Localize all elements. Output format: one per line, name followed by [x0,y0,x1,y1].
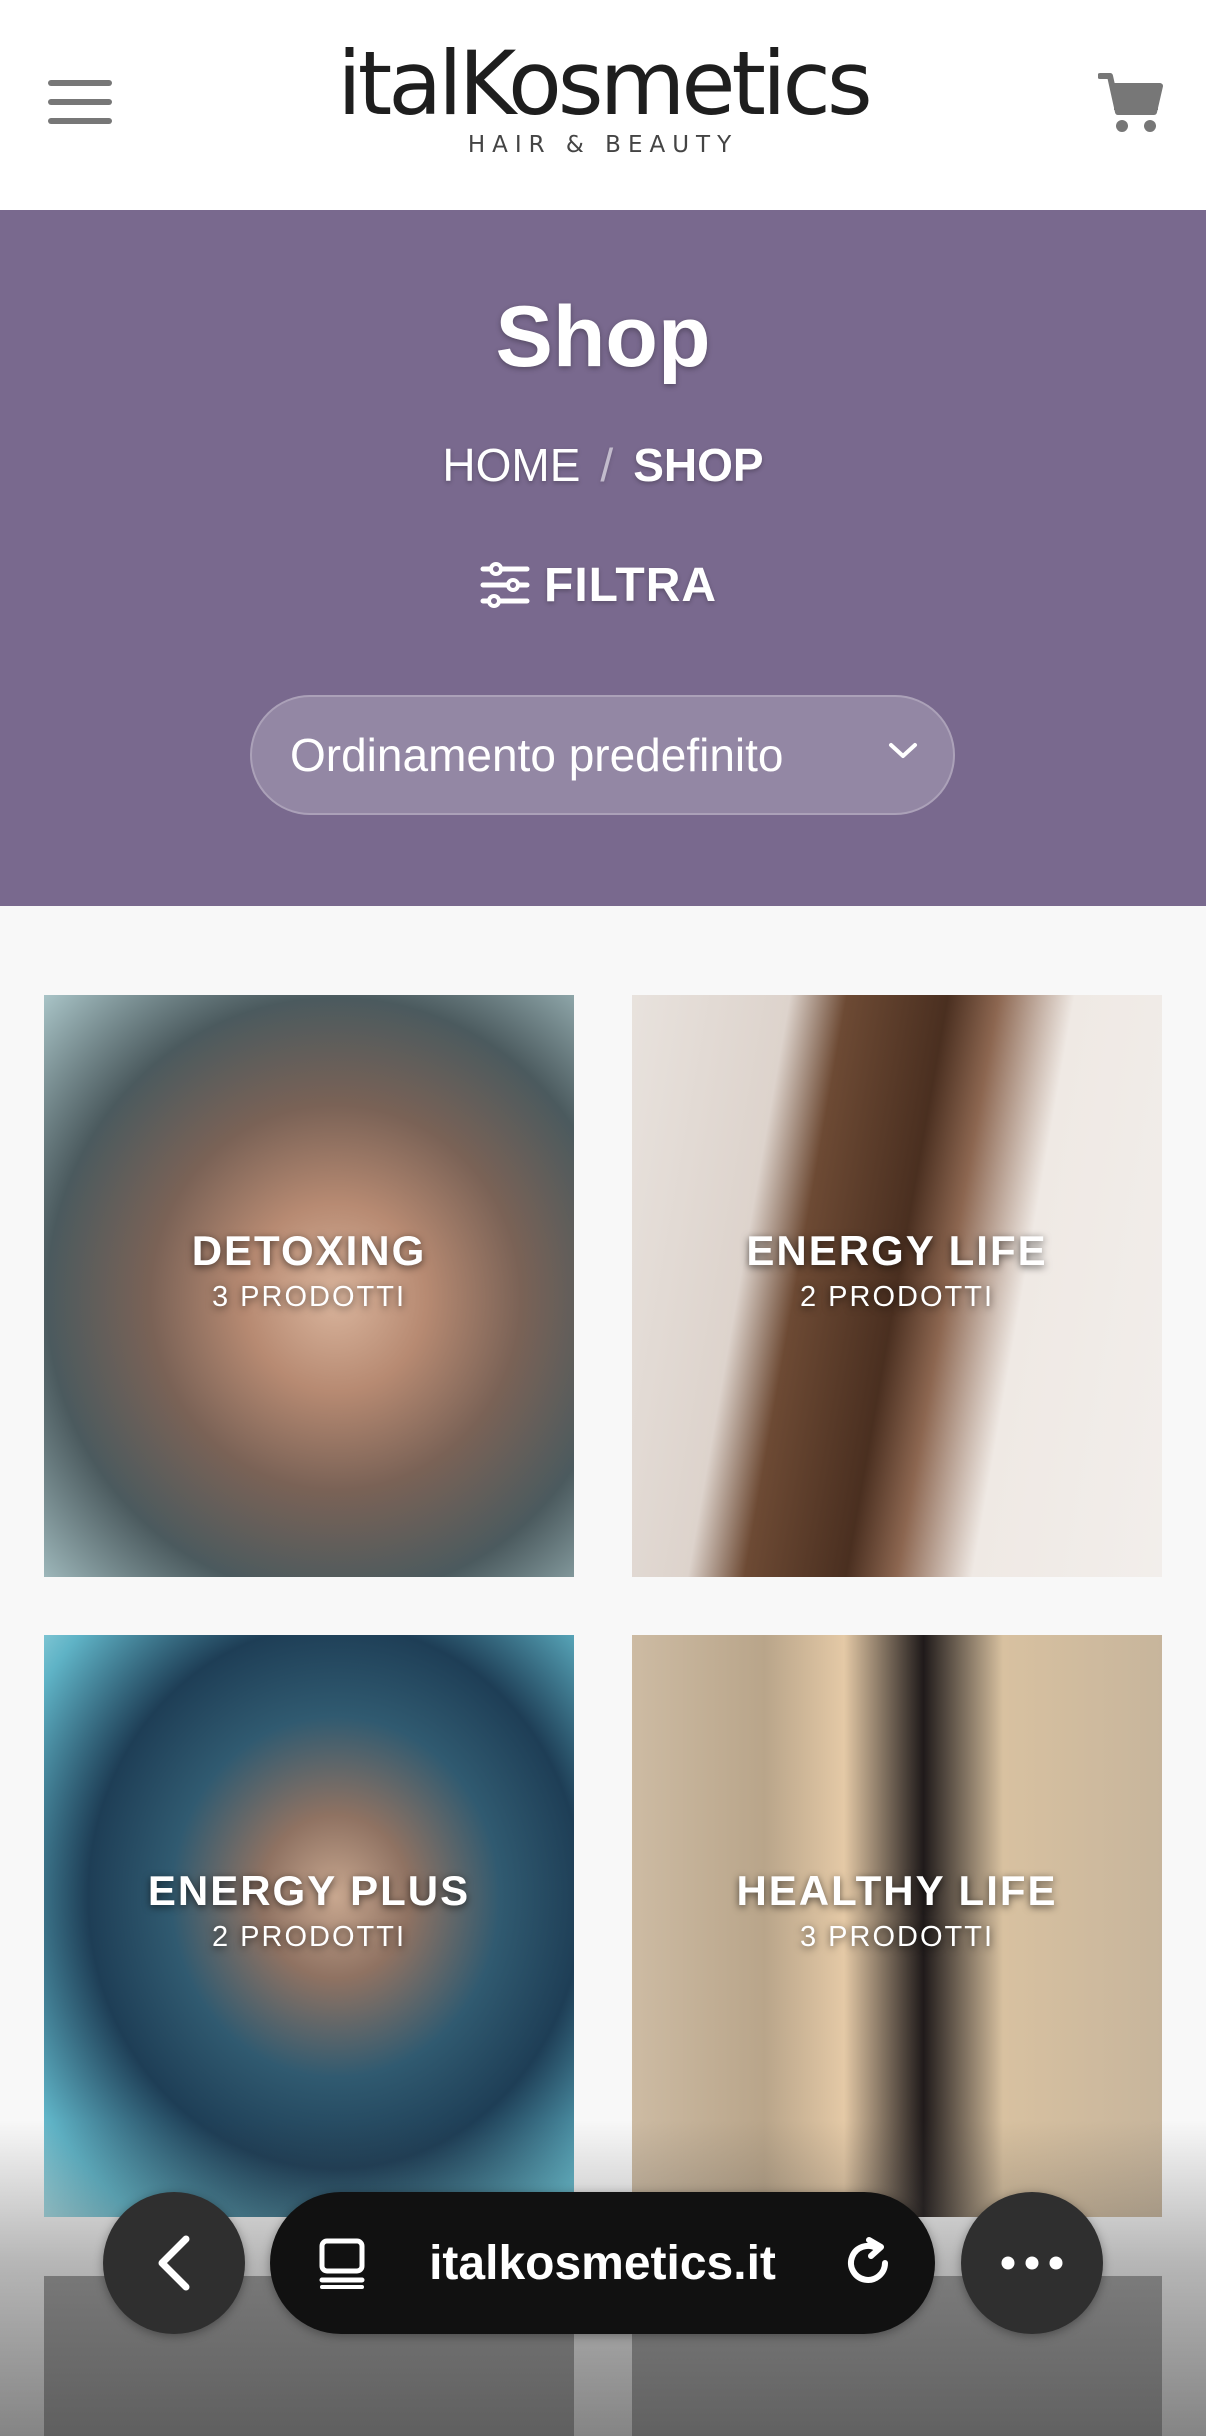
sort-select[interactable]: Ordinamento predefinito [250,695,955,815]
category-name: ENERGY LIFE [746,1227,1048,1274]
breadcrumb-home-link[interactable]: HOME [442,439,580,491]
category-count: 2 PRODOTTI [799,1281,994,1313]
filter-sliders-icon [480,562,530,608]
breadcrumb: HOME / SHOP [0,438,1206,492]
more-options-button[interactable] [961,2192,1103,2334]
filter-label: FILTRA [544,558,718,612]
category-name: HEALTHY LIFE [736,1867,1058,1914]
breadcrumb-current: SHOP [633,439,764,491]
category-caption: HEALTHY LIFE 3 PRODOTTI [632,1867,1162,1954]
back-button[interactable] [103,2192,245,2334]
site-logo[interactable]: italKosmetics HAIR & BEAUTY [0,32,1206,159]
page-title: Shop [495,289,711,385]
reload-icon[interactable] [841,2236,895,2290]
site-header: italKosmetics HAIR & BEAUTY [0,0,1206,210]
category-name: ENERGY PLUS [147,1867,471,1914]
breadcrumb-separator: / [600,439,614,491]
category-count: 3 PRODOTTI [799,1921,994,1953]
shop-hero: Shop HOME / SHOP FILTRA Ordinamento predef… [0,210,1206,906]
more-icon [1001,2256,1063,2270]
filter-button[interactable]: FILTRA [480,550,717,620]
chevron-down-icon [889,743,917,758]
category-tile-energy-life[interactable]: ENERGY LIFE 2 PRODOTTI [632,995,1162,1577]
logo-tagline: HAIR & BEAUTY [467,132,739,158]
category-caption: ENERGY LIFE 2 PRODOTTI [632,1227,1162,1314]
url-text: italkosmetics.it [429,2236,776,2290]
category-caption: ENERGY PLUS 2 PRODOTTI [44,1867,574,1954]
category-caption: DETOXING 3 PRODOTTI [44,1227,574,1314]
logo-text: italKosmetics [337,32,872,135]
category-tile-detoxing[interactable]: DETOXING 3 PRODOTTI [44,995,574,1577]
category-count: 2 PRODOTTI [211,1921,406,1953]
back-chevron-icon [158,2235,190,2291]
category-name: DETOXING [191,1227,427,1274]
category-count: 3 PRODOTTI [211,1281,406,1313]
address-bar[interactable]: italkosmetics.it [270,2192,935,2334]
cart-icon[interactable] [1097,70,1164,136]
sort-selected-value: Ordinamento predefinito [290,729,784,781]
